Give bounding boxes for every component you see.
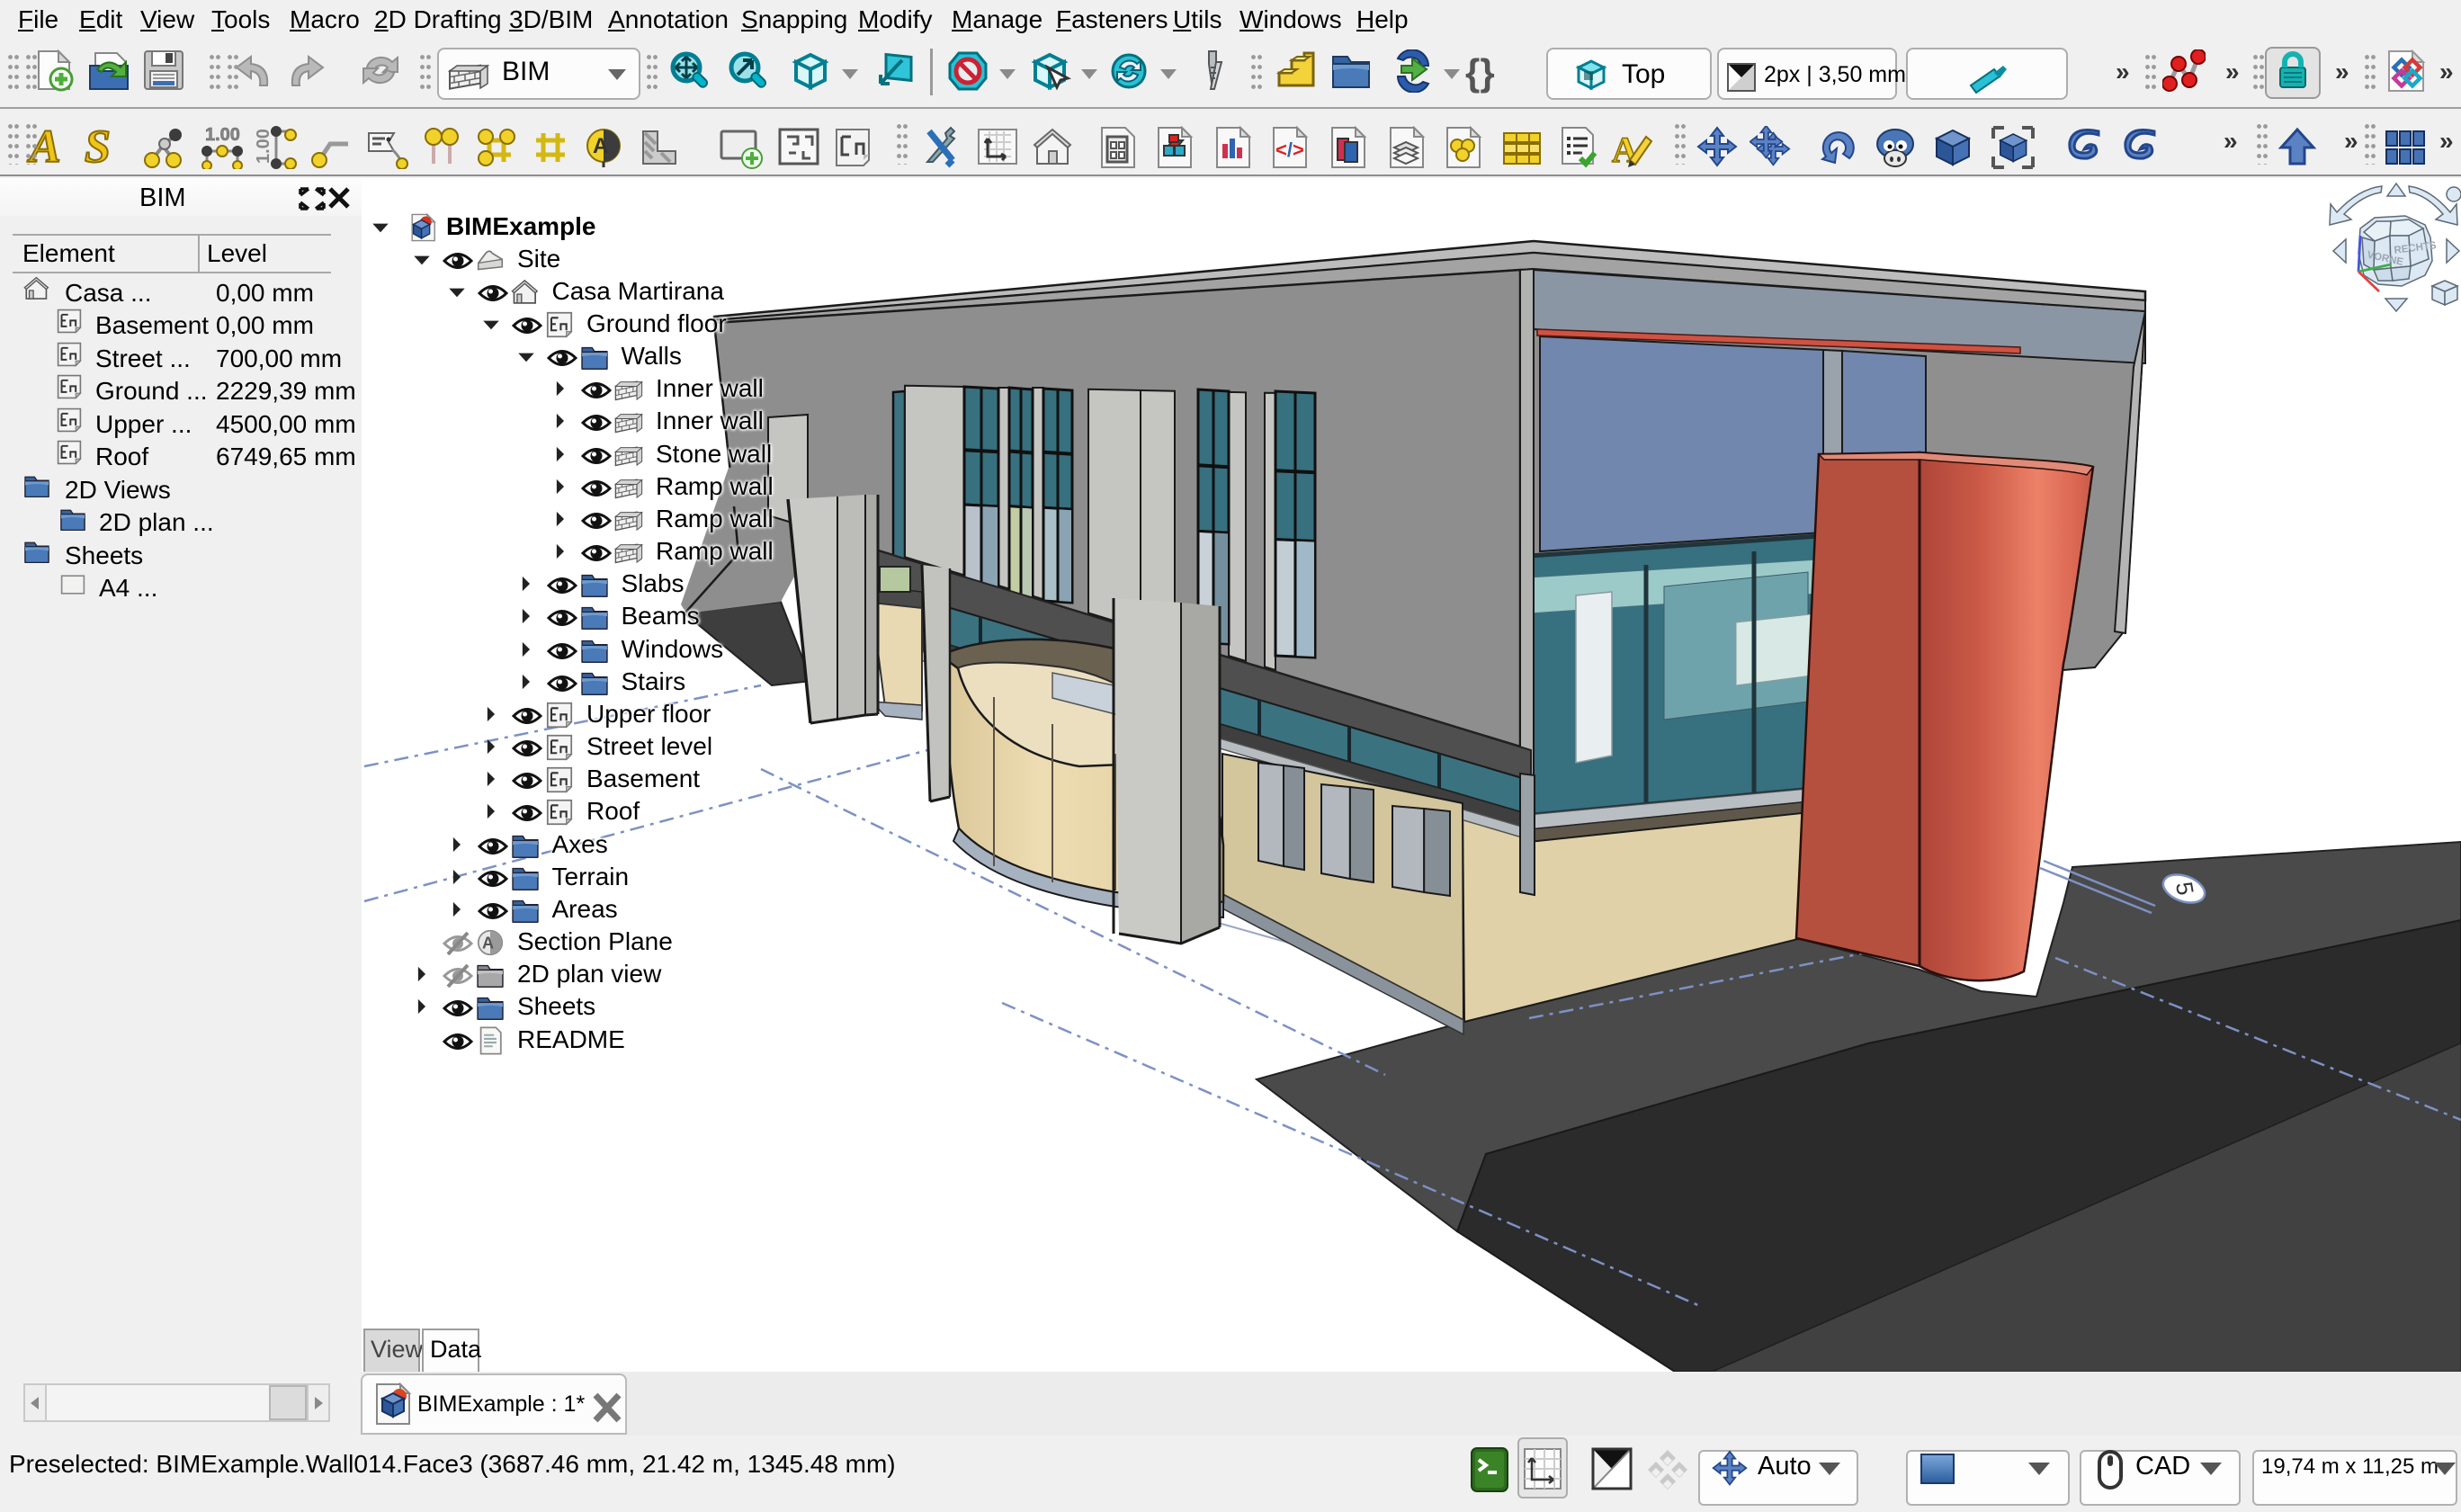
svg-text:1.00: 1.00: [255, 129, 273, 164]
svg-text:A: A: [593, 134, 608, 158]
svg-text:1.00: 1.00: [205, 126, 240, 145]
svg-text:A: A: [482, 934, 494, 952]
svg-text:</>: </>: [1275, 139, 1304, 161]
